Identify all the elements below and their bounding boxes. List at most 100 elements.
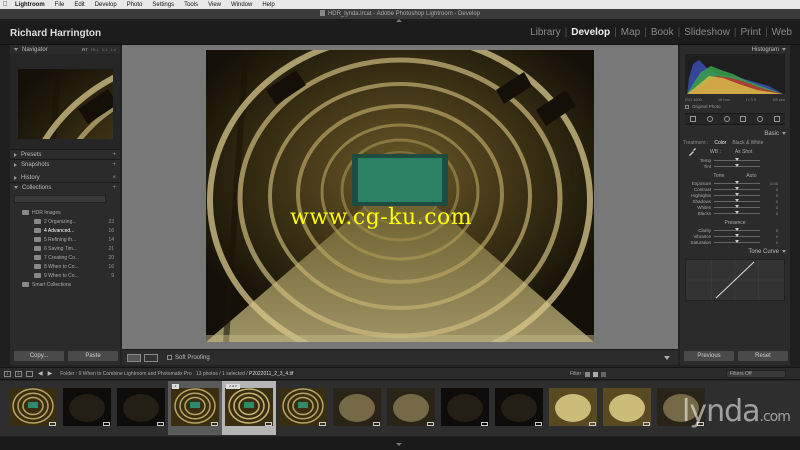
crop-icon[interactable]: [690, 116, 697, 122]
filmstrip-thumbnail[interactable]: [276, 381, 330, 435]
basic-header[interactable]: Basic: [680, 129, 790, 138]
slider-knob-icon[interactable]: [735, 163, 739, 167]
copy-button[interactable]: Copy...: [14, 351, 64, 361]
tone-curve-graph[interactable]: [685, 259, 785, 301]
slider-value[interactable]: 0: [760, 211, 778, 216]
filmstrip-thumbnail[interactable]: [600, 381, 654, 435]
collection-filter-input[interactable]: [14, 195, 106, 203]
module-print[interactable]: Print: [736, 27, 765, 38]
slider-value[interactable]: 0: [760, 193, 778, 198]
image-canvas[interactable]: www.cg-ku.com: [122, 45, 678, 349]
stack-badge[interactable]: 2 of 2: [226, 384, 240, 389]
eyedropper-icon[interactable]: [688, 148, 696, 156]
slider-knob-icon[interactable]: [735, 186, 739, 190]
navigator-header[interactable]: Navigator FIT FILL 1:1 1:4: [10, 45, 120, 54]
slider-track[interactable]: [714, 227, 760, 231]
collection-item[interactable]: 4 Advanced... 16: [22, 226, 120, 235]
slider-value[interactable]: 0.00: [760, 181, 778, 186]
filmstrip-thumbnail[interactable]: [384, 381, 438, 435]
slider-track[interactable]: [714, 239, 760, 243]
slider-value[interactable]: 0: [760, 228, 778, 233]
module-slideshow[interactable]: Slideshow: [680, 27, 734, 38]
add-snapshot-icon[interactable]: +: [112, 162, 116, 168]
filmstrip-thumbnail[interactable]: [6, 381, 60, 435]
module-library[interactable]: Library: [526, 27, 565, 38]
soft-proofing-checkbox[interactable]: [167, 355, 172, 360]
original-photo-toggle[interactable]: Original Photo: [685, 104, 785, 109]
history-header[interactable]: History ×: [10, 173, 120, 182]
slider-knob-icon[interactable]: [735, 198, 739, 202]
menu-photo[interactable]: Photo: [122, 2, 148, 8]
menu-tools[interactable]: Tools: [179, 2, 203, 8]
collection-set[interactable]: HDR Images: [22, 208, 120, 217]
stack-badge[interactable]: 2: [172, 384, 179, 389]
top-panel-toggle-icon[interactable]: [396, 19, 402, 22]
collections-header[interactable]: Collections +: [10, 183, 120, 192]
module-develop[interactable]: Develop: [567, 27, 614, 38]
main-photo[interactable]: [206, 50, 594, 342]
filmstrip-thumbnail[interactable]: 2: [168, 381, 222, 435]
zoom-fill[interactable]: FILL: [91, 47, 99, 52]
red-eye-icon[interactable]: [723, 116, 730, 122]
slider-track[interactable]: [714, 210, 760, 214]
menu-develop[interactable]: Develop: [90, 2, 122, 8]
spot-removal-icon[interactable]: [706, 116, 713, 122]
flag-filter-icon[interactable]: [593, 372, 598, 377]
graduated-filter-icon[interactable]: [740, 116, 747, 122]
slider-knob-icon[interactable]: [735, 227, 739, 231]
treatment-color[interactable]: Color: [714, 140, 726, 146]
menu-help[interactable]: Help: [257, 2, 279, 8]
zoom-1-4[interactable]: 1:4: [110, 47, 116, 52]
paste-button[interactable]: Paste: [68, 351, 118, 361]
toolbar-menu-icon[interactable]: [664, 355, 670, 360]
menu-edit[interactable]: Edit: [69, 2, 89, 8]
previous-button[interactable]: Previous: [684, 351, 734, 361]
snapshots-header[interactable]: Snapshots +: [10, 160, 120, 169]
slider-value[interactable]: 0: [760, 205, 778, 210]
right-panel-edge[interactable]: [790, 45, 800, 365]
apple-icon[interactable]: : [0, 1, 10, 8]
treatment-bw[interactable]: Black & White: [732, 140, 763, 146]
filmstrip-thumbnail[interactable]: [546, 381, 600, 435]
adjustment-brush-icon[interactable]: [773, 116, 780, 122]
page-1-icon[interactable]: 1: [4, 370, 11, 377]
filmstrip-thumbnail[interactable]: [114, 381, 168, 435]
slider-knob-icon[interactable]: [735, 204, 739, 208]
filter-dropdown[interactable]: Filters Off: [726, 370, 786, 378]
slider-track[interactable]: [714, 192, 760, 196]
slider-track[interactable]: [714, 204, 760, 208]
slider-track[interactable]: [714, 180, 760, 184]
slider-knob-icon[interactable]: [735, 157, 739, 161]
tone-auto-button[interactable]: Auto: [746, 173, 756, 179]
slider-value[interactable]: 0: [760, 240, 778, 245]
menu-window[interactable]: Window: [226, 2, 257, 8]
bottom-panel-toggle-icon[interactable]: [396, 443, 402, 446]
smart-collections[interactable]: Smart Collections: [22, 280, 120, 289]
tone-curve-header[interactable]: Tone Curve: [680, 247, 790, 256]
menu-view[interactable]: View: [203, 2, 226, 8]
filmstrip-thumbnail[interactable]: [60, 381, 114, 435]
filmstrip-thumbnail[interactable]: [438, 381, 492, 435]
filmstrip-thumbnail[interactable]: [492, 381, 546, 435]
radial-filter-icon[interactable]: [756, 116, 763, 122]
flag-filter-icon[interactable]: [585, 372, 590, 377]
collection-item[interactable]: 5 Refining th... 14: [22, 235, 120, 244]
zoom-fit[interactable]: FIT: [82, 47, 88, 52]
slider-track[interactable]: [714, 198, 760, 202]
collection-item[interactable]: 6 Saving Tim... 21: [22, 244, 120, 253]
add-collection-icon[interactable]: +: [112, 185, 116, 191]
slider-value[interactable]: 0: [760, 199, 778, 204]
forward-arrow-icon[interactable]: ▶: [48, 370, 53, 377]
reset-button[interactable]: Reset: [738, 351, 788, 361]
slider-knob-icon[interactable]: [735, 239, 739, 243]
slider-knob-icon[interactable]: [735, 210, 739, 214]
menu-file[interactable]: File: [50, 2, 70, 8]
collection-item[interactable]: 2 Organizing... 23: [22, 217, 120, 226]
slider-value[interactable]: 0: [760, 234, 778, 239]
slider-track[interactable]: [714, 157, 760, 161]
zoom-1-1[interactable]: 1:1: [102, 47, 108, 52]
slider-track[interactable]: [714, 163, 760, 167]
page-2-icon[interactable]: 2: [15, 370, 22, 377]
histogram-header[interactable]: Histogram: [680, 45, 790, 54]
filmstrip-thumbnail[interactable]: 2 of 2: [222, 381, 276, 435]
